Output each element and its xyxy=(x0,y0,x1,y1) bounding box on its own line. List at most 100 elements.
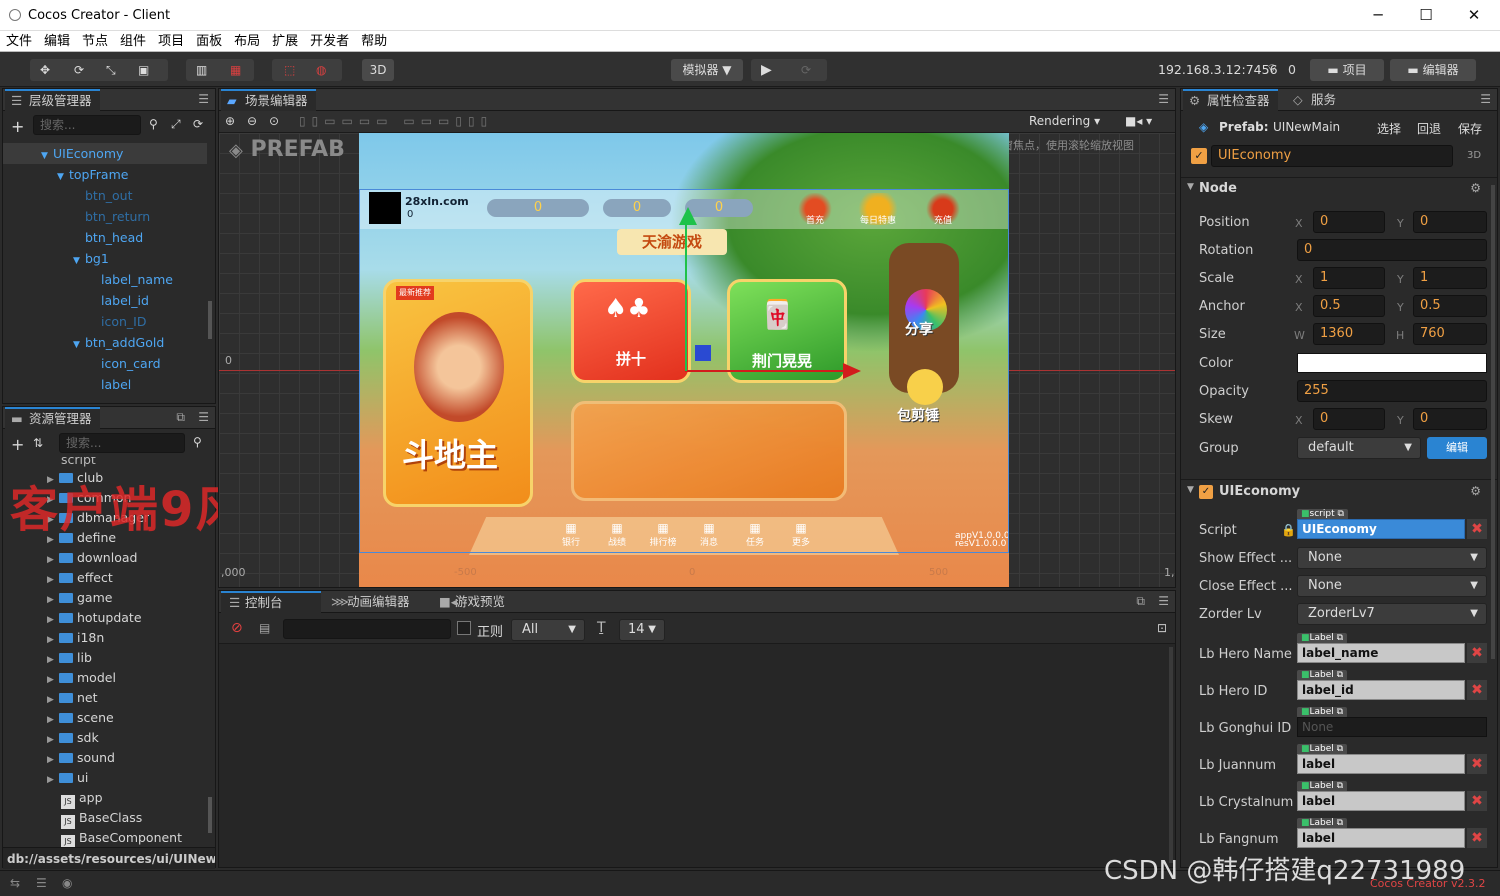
component-prop-select[interactable]: ZorderLv7 xyxy=(1297,603,1487,625)
menu-item[interactable]: 布局 xyxy=(228,31,266,52)
add-node-icon[interactable]: + xyxy=(11,117,24,136)
scene-canvas[interactable]: 0 ,000 1, ◈ PREFAB 保存 关闭 使用鼠标右键平移视窗焦点，使用… xyxy=(219,133,1175,587)
clear-ref-icon[interactable]: ✖ xyxy=(1467,519,1487,539)
gear-icon[interactable]: ⚙ xyxy=(1470,181,1481,195)
menu-icon[interactable]: ☰ xyxy=(1158,92,1169,106)
move-tool-icon[interactable]: ✥ xyxy=(40,59,50,81)
tree-node[interactable]: icon_card xyxy=(3,353,207,374)
component-prop-select[interactable]: None xyxy=(1297,547,1487,569)
pivot-icon[interactable]: ▥ xyxy=(196,59,207,81)
network-icon[interactable]: ⇆ xyxy=(10,876,20,890)
prefab-revert-button[interactable]: 回退 xyxy=(1417,120,1441,137)
size-w-input[interactable]: 1360 xyxy=(1313,323,1385,345)
3d-badge[interactable]: 3D xyxy=(1467,150,1481,161)
sort-icon[interactable]: ⇅ xyxy=(33,436,43,450)
regex-checkbox[interactable] xyxy=(457,621,471,635)
tree-node[interactable]: label_id xyxy=(3,290,207,311)
ref-field[interactable]: label xyxy=(1297,791,1465,811)
menu-item[interactable]: 文件 xyxy=(0,31,38,52)
node-name-input[interactable]: UIEconomy xyxy=(1211,145,1453,167)
asset-folder[interactable]: ▶ net xyxy=(47,687,98,708)
tab-game-preview[interactable]: ■◂ 游戏预览 xyxy=(431,591,541,613)
asset-file[interactable]: JS BaseComponent xyxy=(61,827,182,847)
search-icon[interactable]: ⚲ xyxy=(149,117,158,131)
menu-item[interactable]: 项目 xyxy=(152,31,190,52)
gizmo-icon[interactable]: ◍ xyxy=(316,59,326,81)
font-size-select[interactable]: 14 xyxy=(619,619,665,641)
anchor-y-input[interactable]: 0.5 xyxy=(1413,295,1487,317)
rotate-tool-icon[interactable]: ⟳ xyxy=(74,59,84,81)
tree-node[interactable]: label_name xyxy=(3,269,207,290)
asset-folder[interactable]: ▶ i18n xyxy=(47,627,104,648)
scale-x-input[interactable]: 1 xyxy=(1313,267,1385,289)
database-icon[interactable]: ☰ xyxy=(36,876,47,890)
menu-item[interactable]: 节点 xyxy=(76,31,114,52)
rect-tool-icon[interactable]: ▣ xyxy=(138,59,149,81)
asset-folder[interactable]: ▶ hotupdate xyxy=(47,607,142,628)
ref-field[interactable]: label_name xyxy=(1297,643,1465,663)
popout-icon[interactable]: ⧉ xyxy=(176,410,185,425)
tab-scene[interactable]: ▰ 场景编辑器 xyxy=(221,89,316,111)
zoom-in-icon[interactable]: ⊕ xyxy=(225,114,235,128)
tree-node[interactable]: ▼ bg1 xyxy=(3,248,207,269)
color-swatch[interactable] xyxy=(1297,353,1487,373)
ref-field-empty[interactable]: None xyxy=(1297,717,1487,737)
local-icon[interactable]: ▦ xyxy=(230,59,241,81)
log-file-icon[interactable]: ▤ xyxy=(259,621,270,635)
menu-item[interactable]: 开发者 xyxy=(304,31,355,52)
align-tools-icon[interactable]: ▯▯▭▭▭▭ ▭▭▭▯▯▯ xyxy=(299,114,493,128)
tree-node[interactable]: ▼ btn_addGold xyxy=(3,332,207,353)
script-field[interactable]: UIEconomy xyxy=(1297,519,1465,539)
popout-icon[interactable]: ⧉ xyxy=(1136,594,1145,609)
rotation-input[interactable]: 0 xyxy=(1297,239,1487,261)
node-active-checkbox[interactable]: ✓ xyxy=(1191,148,1207,164)
assets-search-input[interactable]: 搜索... xyxy=(59,433,185,453)
skew-y-input[interactable]: 0 xyxy=(1413,408,1487,430)
tab-inspector[interactable]: ⚙ 属性检查器 xyxy=(1183,89,1278,111)
skew-x-input[interactable]: 0 xyxy=(1313,408,1385,430)
clear-ref-icon[interactable]: ✖ xyxy=(1467,754,1487,774)
tree-node[interactable]: btn_out xyxy=(3,185,207,206)
node-section-header[interactable]: ▼ Node ⚙ xyxy=(1181,177,1497,199)
zoom-out-icon[interactable]: ⊖ xyxy=(247,114,257,128)
clear-ref-icon[interactable]: ✖ xyxy=(1467,643,1487,663)
tab-console[interactable]: ☰ 控制台 xyxy=(221,591,321,613)
asset-folder[interactable]: ▶ download xyxy=(47,547,137,568)
search-icon[interactable]: ⚲ xyxy=(193,435,202,449)
maximize-button[interactable]: ☐ xyxy=(1406,4,1446,26)
collapse-icon[interactable]: ⤢ xyxy=(171,117,181,132)
position-y-input[interactable]: 0 xyxy=(1413,211,1487,233)
toggle-3d-button[interactable]: 3D xyxy=(362,59,394,81)
asset-folder[interactable]: ▶ lib xyxy=(47,647,92,668)
expand-arrow-icon[interactable]: ▶ xyxy=(47,770,59,791)
asset-folder[interactable]: ▶ scene xyxy=(47,707,114,728)
play-button[interactable]: ▶ xyxy=(761,59,772,81)
size-h-input[interactable]: 760 xyxy=(1413,323,1487,345)
menu-icon[interactable]: ☰ xyxy=(198,410,209,424)
open-project-button[interactable]: ▬ 项目 xyxy=(1310,59,1384,81)
group-edit-button[interactable]: 编辑 xyxy=(1427,437,1487,459)
anchor-x-input[interactable]: 0.5 xyxy=(1313,295,1385,317)
prefab-select-button[interactable]: 选择 xyxy=(1377,120,1401,137)
prefab-save-button[interactable]: 保存 xyxy=(1458,120,1482,137)
asset-file[interactable]: JS app xyxy=(61,787,103,809)
ref-field[interactable]: label xyxy=(1297,828,1465,848)
tree-node[interactable]: btn_head xyxy=(3,227,207,248)
asset-folder[interactable]: ▶ effect xyxy=(47,567,113,588)
menu-icon[interactable]: ☰ xyxy=(1480,92,1491,106)
asset-folder[interactable]: ▶ model xyxy=(47,667,116,688)
eye-icon[interactable]: ◉ xyxy=(62,876,72,890)
zoom-reset-icon[interactable]: ⊙ xyxy=(269,114,279,128)
component-prop-select[interactable]: None xyxy=(1297,575,1487,597)
snap-icon[interactable]: ⬚ xyxy=(284,59,295,81)
console-filter-input[interactable] xyxy=(283,619,451,639)
asset-folder[interactable]: ▶ sound xyxy=(47,747,115,768)
menu-item[interactable]: 帮助 xyxy=(355,31,393,52)
minimize-button[interactable]: ─ xyxy=(1358,4,1398,26)
refresh-icon[interactable]: ⟳ xyxy=(193,117,203,131)
asset-file[interactable]: JS BaseClass xyxy=(61,807,142,829)
collapse-console-icon[interactable]: ⊡ xyxy=(1157,621,1167,635)
log-level-select[interactable]: All xyxy=(511,619,585,641)
clear-ref-icon[interactable]: ✖ xyxy=(1467,680,1487,700)
scale-y-input[interactable]: 1 xyxy=(1413,267,1487,289)
